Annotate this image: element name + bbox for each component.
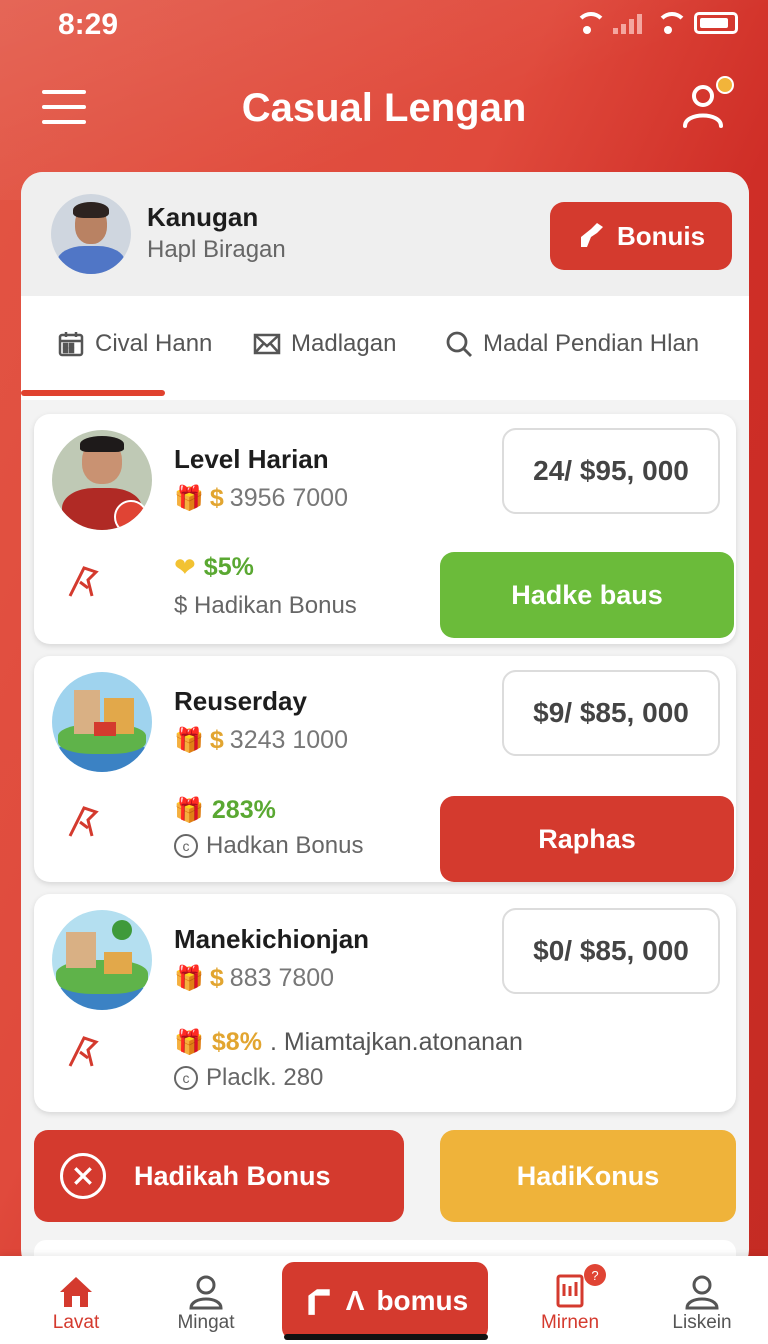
tab-label: Madal Pendian Hlan [483, 330, 700, 357]
user-row: Kanugan Hapl Biragan Bonuis [21, 172, 749, 296]
home-icon [60, 1277, 92, 1307]
card-sub: c Hadkan Bonus [174, 832, 363, 860]
reward-card: Manekichionjan 🎁 $883 7800 $0/ $85, 000 … [34, 894, 736, 1112]
reward-card: Reuserday 🎁 $3243 1000 $9/ $85, 000 🎁 28… [34, 656, 736, 882]
mail-icon [253, 333, 281, 355]
user-icon [189, 1275, 223, 1310]
nav-item-liskein[interactable]: Liskein [652, 1272, 752, 1334]
bottom-actions: Hadikah Bonus HadiKonus [34, 1130, 736, 1222]
wifi-icon [654, 12, 688, 34]
card-title: Manekichionjan [174, 924, 370, 954]
tab-bar: Cival Hann Madlagan Madal Pendian Hlan [21, 296, 749, 400]
card-price: 24/ $95, 000 [502, 428, 720, 514]
status-bar: 8:29 [0, 0, 768, 52]
bottom-nav: Lavat Mingat Λbomus ? Mirnen Liskein [0, 1256, 768, 1344]
wifi-icon [573, 12, 607, 34]
hadikah-bonus-button[interactable]: Hadikah Bonus [34, 1130, 404, 1222]
reward-card: Level Harian 🎁 $3956 7000 24/ $95, 000 ❤… [34, 414, 736, 644]
button-label: Hadikah Bonus [134, 1160, 331, 1191]
tab-cival-hann[interactable]: Cival Hann [57, 330, 212, 358]
signal-icon [613, 12, 642, 34]
flag-icon [308, 1289, 330, 1315]
account-icon [685, 1275, 719, 1310]
card-amount: 🎁 $3243 1000 [174, 726, 348, 754]
profile-icon[interactable] [680, 76, 734, 130]
status-time: 8:29 [58, 8, 119, 41]
card-price: $0/ $85, 000 [502, 908, 720, 994]
refresh-icon: c [174, 834, 198, 858]
status-icons [573, 12, 738, 34]
card-amount: 🎁 $883 7800 [174, 964, 335, 992]
heart-icon: ❤ [174, 552, 196, 582]
gift-icon: 🎁 [174, 727, 204, 754]
home-indicator [284, 1334, 488, 1340]
gift-icon: 🎁 [174, 797, 204, 824]
card-action-button[interactable]: Raphas [440, 796, 734, 882]
card-sub: $ Hadikаn Bonus [174, 592, 357, 619]
search-icon [446, 331, 472, 357]
active-tab-indicator [21, 390, 165, 396]
hadikonus-button[interactable]: HadiKonus [440, 1130, 736, 1222]
card-percent: 🎁 $8% . Miamtajkan.atonanan [174, 1028, 523, 1056]
tab-label: Madlagan [291, 330, 397, 357]
notification-badge: ? [584, 1264, 606, 1286]
tab-label: Cival Hann [95, 330, 213, 357]
card-title: Level Harian [174, 444, 329, 474]
card-percent: 🎁 283% [174, 796, 276, 824]
app-title: Casual Lengan [241, 86, 527, 130]
main-panel: Kanugan Hapl Biragan Bonuis Cival Hann M… [21, 172, 749, 1272]
bonus-button[interactable]: Bonuis [550, 202, 732, 270]
nav-bonus-button[interactable]: Λbomus [282, 1262, 488, 1340]
notification-dot [716, 76, 734, 94]
gift-icon: 🎁 [174, 1029, 204, 1056]
card-avatar [52, 430, 152, 530]
avatar[interactable] [51, 194, 131, 274]
battery-icon [694, 12, 738, 34]
trend-arrow-icon [68, 1036, 99, 1067]
trend-arrow-icon [68, 566, 99, 597]
nav-item-mingat[interactable]: Mingat [156, 1272, 256, 1334]
gift-icon: 🎁 [174, 965, 204, 992]
user-name: Kanugan [147, 202, 259, 232]
app-header: Casual Lengan [0, 70, 768, 150]
card-percent: ❤ $5% [174, 552, 254, 582]
close-circle-icon [60, 1153, 106, 1199]
calendar-icon [58, 332, 84, 357]
card-amount: 🎁 $3956 7000 [174, 484, 348, 512]
gift-icon: 🎁 [174, 485, 204, 512]
card-city-image [52, 910, 152, 1010]
refresh-icon: c [174, 1066, 198, 1090]
card-action-button[interactable]: Hadke baus [440, 552, 734, 638]
nav-item-lavat[interactable]: Lavat [26, 1272, 126, 1334]
nav-item-mirnen[interactable]: ? Mirnen [520, 1264, 620, 1334]
card-sub: c Placlk. 280 [174, 1064, 323, 1092]
megaphone-icon [580, 223, 603, 247]
card-title: Reuserday [174, 686, 307, 716]
bonus-button-label: Bonuis [616, 220, 706, 251]
tab-madlagan[interactable]: Madlagan [253, 330, 396, 358]
card-city-image [52, 672, 152, 772]
trend-arrow-icon [68, 806, 99, 837]
user-subtitle: Hapl Biragan [147, 236, 286, 263]
tab-madal-pendian[interactable]: Madal Pendian Hlan [445, 330, 699, 358]
card-price: $9/ $85, 000 [502, 670, 720, 756]
